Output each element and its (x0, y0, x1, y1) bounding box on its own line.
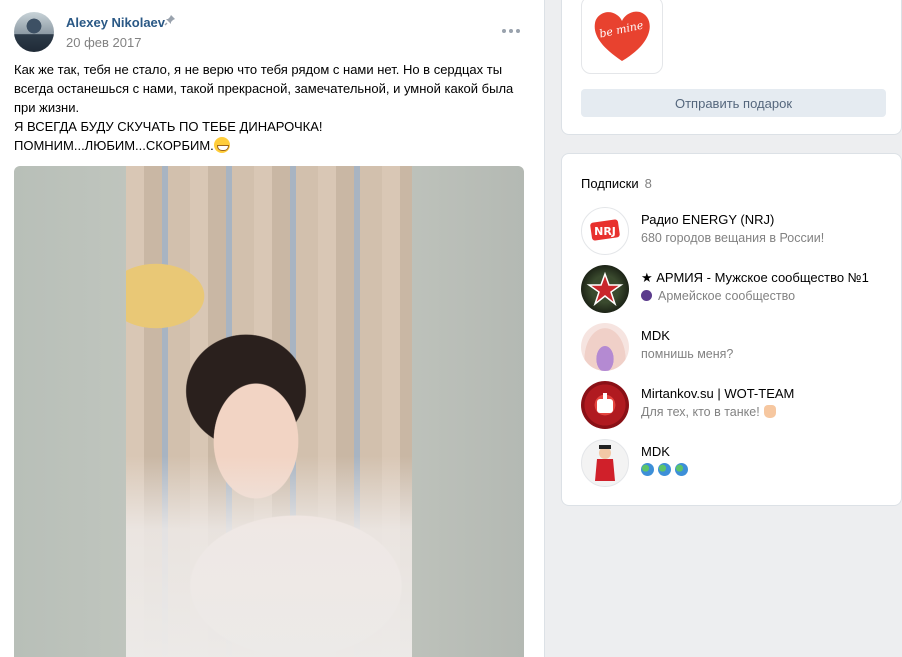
mdk-avatar[interactable] (581, 323, 629, 371)
subscription-desc: Для тех, кто в танке! (641, 405, 776, 419)
smile-icon (213, 137, 230, 153)
post-date[interactable]: 20 фев 2017 (66, 35, 141, 50)
nrj-avatar[interactable]: NRJ (581, 207, 629, 255)
globe-icon (675, 463, 688, 476)
author-name-link[interactable]: Alexey Nikolaev (66, 15, 165, 30)
subscription-name[interactable]: Радио ENERGY (NRJ) (641, 212, 774, 227)
heart-gift-icon: be mine (594, 11, 650, 61)
send-gift-button[interactable]: Отправить подарок (581, 89, 886, 117)
subscription-name[interactable]: MDK (641, 444, 670, 459)
subscription-desc: Армейское сообщество (641, 289, 795, 303)
subscription-item[interactable]: MDK (581, 439, 891, 487)
subscription-desc (641, 463, 692, 477)
post-photo[interactable] (14, 166, 524, 657)
subscription-desc-text: Для тех, кто в танке! (641, 405, 760, 419)
nrj-logo-icon: NRJ (590, 219, 620, 241)
subscription-item[interactable]: MDK помнишь меня? (581, 323, 891, 371)
subscriptions-header[interactable]: Подписки 8 (581, 176, 652, 191)
globe-icon (658, 463, 671, 476)
post-text: Как же так, тебя не стало, я не верю что… (14, 60, 529, 155)
subscription-name[interactable]: MDK (641, 328, 670, 343)
wall-post: Alexey Nikolaev 20 фев 2017 Как же так, … (0, 0, 545, 657)
star-icon (586, 271, 624, 307)
post-text-line-1: Как же так, тебя не стало, я не верю что… (14, 62, 514, 115)
subscriptions-title: Подписки (581, 176, 639, 191)
post-text-line-3-text: ПОМНИМ...ЛЮБИМ...СКОРБИМ. (14, 138, 214, 153)
subscription-item[interactable]: ★ АРМИЯ - Мужское сообщество №1 Армейско… (581, 265, 891, 313)
subscription-desc-text: Армейское сообщество (658, 289, 796, 303)
gift-thumbnail[interactable]: be mine (581, 0, 663, 74)
more-icon[interactable] (502, 24, 522, 38)
tank-icon (597, 393, 613, 413)
subscriptions-count: 8 (644, 176, 652, 191)
subscription-desc: помнишь меня? (641, 347, 734, 361)
subscription-item[interactable]: NRJ Радио ENERGY (NRJ) 680 городов вещан… (581, 207, 891, 255)
post-text-line-2: Я ВСЕГДА БУДУ СКУЧАТЬ ПО ТЕБЕ ДИНАРОЧКА! (14, 119, 323, 134)
pin-icon (164, 15, 175, 26)
photo-image (126, 166, 412, 657)
figure-icon (595, 445, 615, 481)
gift-card: be mine Отправить подарок (561, 0, 902, 135)
subscription-name[interactable]: Mirtankov.su | WOT-TEAM (641, 386, 794, 401)
mdk-avatar-2[interactable] (581, 439, 629, 487)
post-text-line-3: ПОМНИМ...ЛЮБИМ...СКОРБИМ. (14, 136, 529, 155)
author-avatar[interactable] (14, 12, 54, 52)
subscription-desc: 680 городов вещания в России! (641, 231, 825, 245)
bomb-icon (641, 290, 652, 301)
nrj-logo-text: NRJ (594, 225, 616, 238)
army-avatar[interactable] (581, 265, 629, 313)
subscription-name[interactable]: ★ АРМИЯ - Мужское сообщество №1 (641, 270, 869, 286)
mirtankov-avatar[interactable] (581, 381, 629, 429)
subscription-item[interactable]: Mirtankov.su | WOT-TEAM Для тех, кто в т… (581, 381, 891, 429)
hand-icon (763, 405, 776, 418)
globe-icon (641, 463, 654, 476)
subscriptions-card: Подписки 8 NRJ Радио ENERGY (NRJ) 680 гор… (561, 153, 902, 506)
